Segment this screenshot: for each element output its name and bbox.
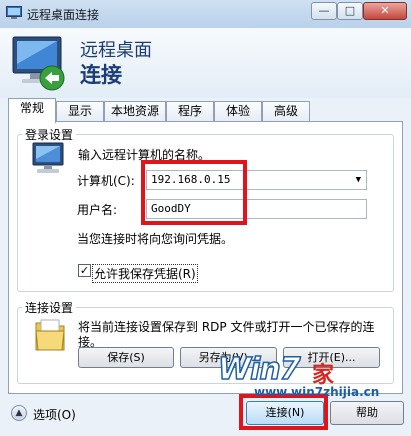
computer-icon bbox=[32, 142, 64, 173]
title-bar: 远程桌面连接 — □ ✕ bbox=[0, 0, 411, 29]
maximize-button[interactable]: □ bbox=[337, 2, 363, 20]
watermark: Win7 家 www.win7zhijia.cn bbox=[217, 351, 408, 402]
tab-display[interactable]: 显示 bbox=[56, 101, 104, 121]
save-credentials-label[interactable]: 允许我保存凭据(R) bbox=[92, 264, 198, 283]
connect-button[interactable]: 连接(N) bbox=[246, 401, 324, 425]
computer-label: 计算机(C): bbox=[77, 174, 135, 188]
watermark-brand: Win7 bbox=[217, 351, 301, 388]
header-banner: 远程桌面 连接 bbox=[0, 28, 411, 98]
folder-icon bbox=[35, 319, 65, 351]
remote-computer-icon bbox=[12, 36, 65, 91]
tab-local-resources[interactable]: 本地资源 bbox=[104, 101, 166, 121]
options-label[interactable]: 选项(O) bbox=[33, 406, 76, 423]
watermark-site: www.win7zhijia.cn bbox=[254, 385, 380, 399]
computer-value: 192.168.0.15 bbox=[151, 173, 231, 186]
window-title: 远程桌面连接 bbox=[27, 8, 100, 22]
tab-general[interactable]: 常规 bbox=[8, 98, 56, 123]
minimize-button[interactable]: — bbox=[311, 2, 337, 20]
username-label: 用户名: bbox=[77, 203, 118, 217]
computer-combobox[interactable]: 192.168.0.15 ▼ bbox=[146, 170, 367, 190]
close-button[interactable]: ✕ bbox=[363, 2, 407, 20]
tab-experience[interactable]: 体验 bbox=[214, 101, 262, 121]
username-value: GoodDY bbox=[151, 202, 191, 215]
options-toggle-icon[interactable]: ▲ bbox=[11, 405, 27, 421]
chevron-down-icon[interactable]: ▼ bbox=[356, 171, 361, 189]
save-credentials-checkbox[interactable]: ✓ bbox=[78, 264, 91, 277]
save-button[interactable]: 保存(S) bbox=[78, 347, 174, 368]
header-title-line2: 连接 bbox=[80, 63, 122, 87]
username-field[interactable]: GoodDY bbox=[146, 199, 367, 219]
help-button[interactable]: 帮助 bbox=[330, 401, 404, 425]
computer-name-prompt: 输入远程计算机的名称。 bbox=[78, 148, 211, 162]
remote-desktop-icon bbox=[6, 6, 22, 19]
tab-programs[interactable]: 程序 bbox=[166, 101, 214, 121]
connection-settings-title: 连接设置 bbox=[22, 299, 77, 316]
credentials-note: 当您连接时将向您询问凭据。 bbox=[77, 232, 234, 246]
connection-description-line1: 将当前连接设置保存到 RDP 文件或打开一个已保存的连 bbox=[78, 320, 375, 334]
tab-advanced[interactable]: 高级 bbox=[262, 101, 310, 121]
